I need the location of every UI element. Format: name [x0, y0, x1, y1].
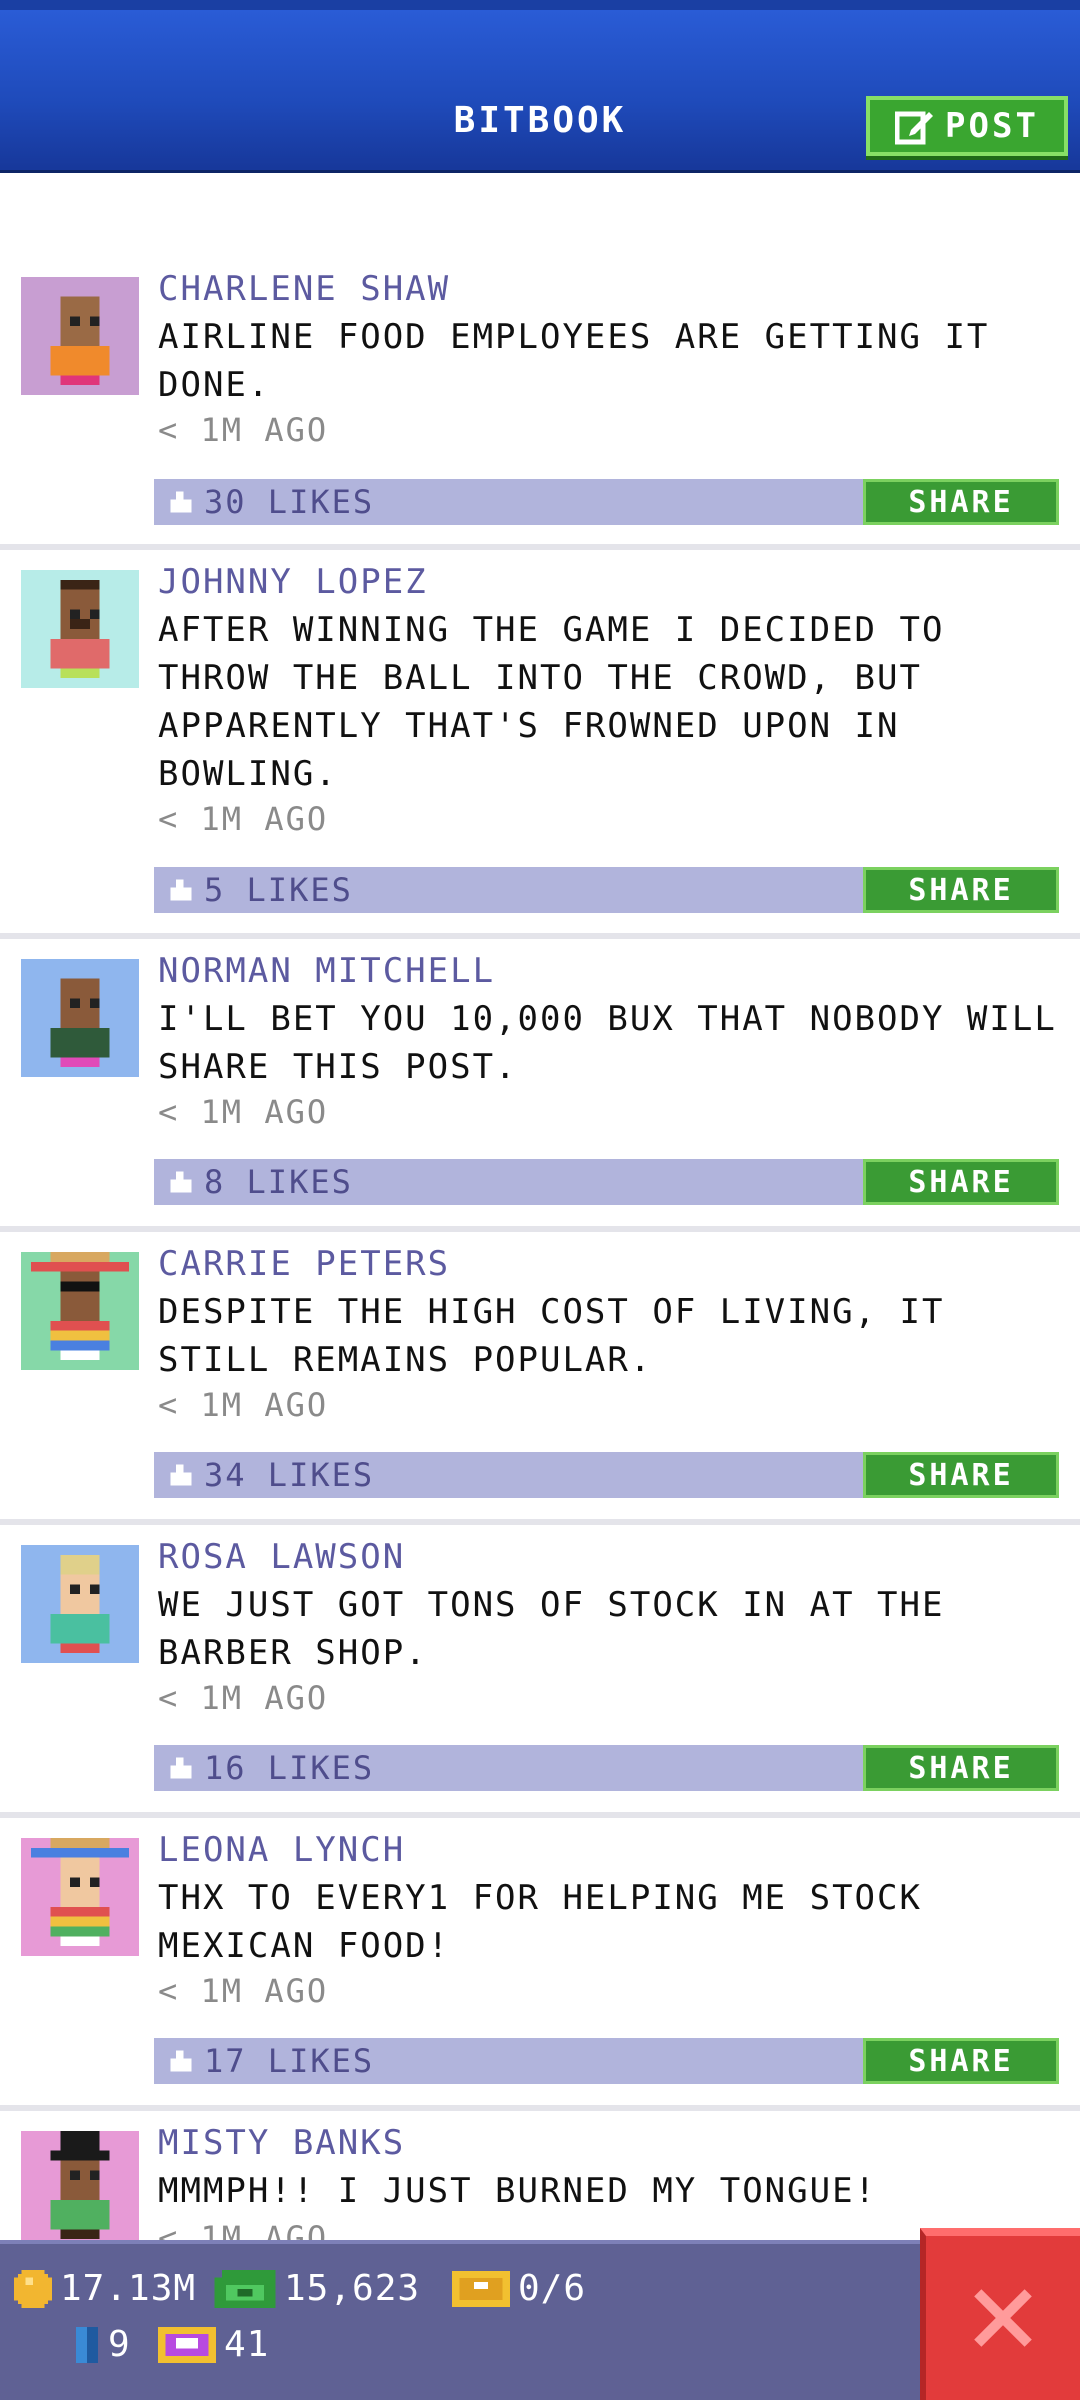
- likes-count: 16 LIKES: [204, 1749, 375, 1787]
- avatar: [21, 2131, 139, 2240]
- avatar: [21, 1545, 139, 1663]
- like-icon: [170, 491, 192, 513]
- ticket-icon: [452, 2270, 510, 2307]
- likes-bar: 5 LIKES SHARE: [154, 867, 1059, 913]
- vip-value: 41: [224, 2324, 270, 2365]
- likes-count: 8 LIKES: [204, 1163, 353, 1201]
- post-text: MMMPH!! I JUST BURNED MY TONGUE!: [158, 2171, 878, 2211]
- like-icon: [170, 1464, 192, 1486]
- post-author: JOHNNY LOPEZ: [158, 562, 428, 602]
- post-time: < 1M AGO: [158, 1093, 329, 1131]
- tickets-stat: 0/6: [452, 2268, 586, 2309]
- like-icon: [170, 1757, 192, 1779]
- person-avatar-icon: [21, 1252, 139, 1370]
- avatar: [21, 1252, 139, 1370]
- bux-stat: 15,623: [214, 2268, 420, 2309]
- feed-post: LEONA LYNCH THX TO EVERY1 FOR HELPING ME…: [0, 1818, 1080, 2111]
- share-button[interactable]: SHARE: [863, 1159, 1059, 1205]
- post-author: CHARLENE SHAW: [158, 269, 451, 309]
- post-author: MISTY BANKS: [158, 2123, 406, 2163]
- person-avatar-icon: [21, 2131, 139, 2240]
- feed-post: CHARLENE SHAW AIRLINE FOOD EMPLOYEES ARE…: [0, 173, 1080, 550]
- feed-list[interactable]: CHARLENE SHAW AIRLINE FOOD EMPLOYEES ARE…: [0, 173, 1080, 2240]
- likes-bar: 8 LIKES SHARE: [154, 1159, 1059, 1205]
- likes-count: 17 LIKES: [204, 2042, 375, 2080]
- avatar: [21, 959, 139, 1077]
- coin-icon: [14, 2269, 52, 2308]
- person-avatar-icon: [21, 1838, 139, 1956]
- post-text: WE JUST GOT TONS OF STOCK IN AT THE BARB…: [158, 1585, 945, 1673]
- share-button[interactable]: SHARE: [863, 1745, 1059, 1791]
- bottom-status-bar: 17.13M 15,623 0/6 9 41: [0, 2240, 1080, 2400]
- elevators-stat: 9: [74, 2324, 131, 2365]
- post-button-label: POST: [945, 106, 1039, 146]
- post-button[interactable]: POST: [866, 96, 1068, 156]
- feed-post: ROSA LAWSON WE JUST GOT TONS OF STOCK IN…: [0, 1525, 1080, 1818]
- vip-stat: 41: [158, 2324, 269, 2365]
- share-button[interactable]: SHARE: [863, 2038, 1059, 2084]
- post-text: AFTER WINNING THE GAME I DECIDED TO THRO…: [158, 610, 945, 794]
- like-icon: [170, 2050, 192, 2072]
- avatar: [21, 277, 139, 395]
- post-text: THX TO EVERY1 FOR HELPING ME STOCK MEXIC…: [158, 1878, 922, 1966]
- feed-post: JOHNNY LOPEZ AFTER WINNING THE GAME I DE…: [0, 550, 1080, 939]
- likes-count: 34 LIKES: [204, 1456, 375, 1494]
- bitbook-screen: BITBOOK POST CHARLENE SHAW AIRLINE FOOD …: [0, 0, 1080, 2400]
- coins-value: 17.13M: [60, 2268, 197, 2309]
- person-avatar-icon: [21, 959, 139, 1077]
- feed-post: NORMAN MITCHELL I'LL BET YOU 10,000 BUX …: [0, 939, 1080, 1232]
- share-button[interactable]: SHARE: [863, 867, 1059, 913]
- post-author: NORMAN MITCHELL: [158, 951, 496, 991]
- feed-post: CARRIE PETERS DESPITE THE HIGH COST OF L…: [0, 1232, 1080, 1525]
- avatar: [21, 570, 139, 688]
- bux-value: 15,623: [284, 2268, 421, 2309]
- share-button[interactable]: SHARE: [863, 1452, 1059, 1498]
- likes-count: 5 LIKES: [204, 871, 353, 909]
- post-time: < 1M AGO: [158, 1679, 329, 1717]
- post-time: < 1M AGO: [158, 411, 329, 449]
- likes-bar: 16 LIKES SHARE: [154, 1745, 1059, 1791]
- post-author: CARRIE PETERS: [158, 1244, 451, 1284]
- elevators-value: 9: [108, 2324, 131, 2365]
- person-avatar-icon: [21, 570, 139, 688]
- post-text: AIRLINE FOOD EMPLOYEES ARE GETTING IT DO…: [158, 317, 990, 405]
- like-icon: [170, 879, 192, 901]
- post-time: < 1M AGO: [158, 1972, 329, 2010]
- like-icon: [170, 1171, 192, 1193]
- post-author: ROSA LAWSON: [158, 1537, 406, 1577]
- vip-ticket-icon: [158, 2326, 216, 2363]
- bux-icon: [214, 2269, 276, 2308]
- header: BITBOOK POST: [0, 0, 1080, 173]
- likes-count: 30 LIKES: [204, 483, 375, 521]
- post-time: < 1M AGO: [158, 1386, 329, 1424]
- feed-post: MISTY BANKS MMMPH!! I JUST BURNED MY TON…: [0, 2111, 1080, 2240]
- post-time: < 1M AGO: [158, 800, 329, 838]
- close-button[interactable]: [920, 2228, 1080, 2400]
- post-text: DESPITE THE HIGH COST OF LIVING, IT STIL…: [158, 1292, 945, 1380]
- person-avatar-icon: [21, 277, 139, 395]
- likes-bar: 17 LIKES SHARE: [154, 2038, 1059, 2084]
- likes-bar: 30 LIKES SHARE: [154, 479, 1059, 525]
- person-avatar-icon: [21, 1545, 139, 1663]
- elevator-icon: [76, 2326, 98, 2363]
- post-time: < 1M AGO: [158, 2219, 329, 2240]
- post-text: I'LL BET YOU 10,000 BUX THAT NOBODY WILL…: [158, 999, 1057, 1087]
- avatar: [21, 1838, 139, 1956]
- share-button[interactable]: SHARE: [863, 479, 1059, 525]
- edit-icon: [895, 111, 934, 145]
- coins-stat: 17.13M: [14, 2268, 196, 2309]
- likes-bar: 34 LIKES SHARE: [154, 1452, 1059, 1498]
- tickets-value: 0/6: [518, 2268, 587, 2309]
- close-icon: [974, 2289, 1032, 2347]
- post-author: LEONA LYNCH: [158, 1830, 406, 1870]
